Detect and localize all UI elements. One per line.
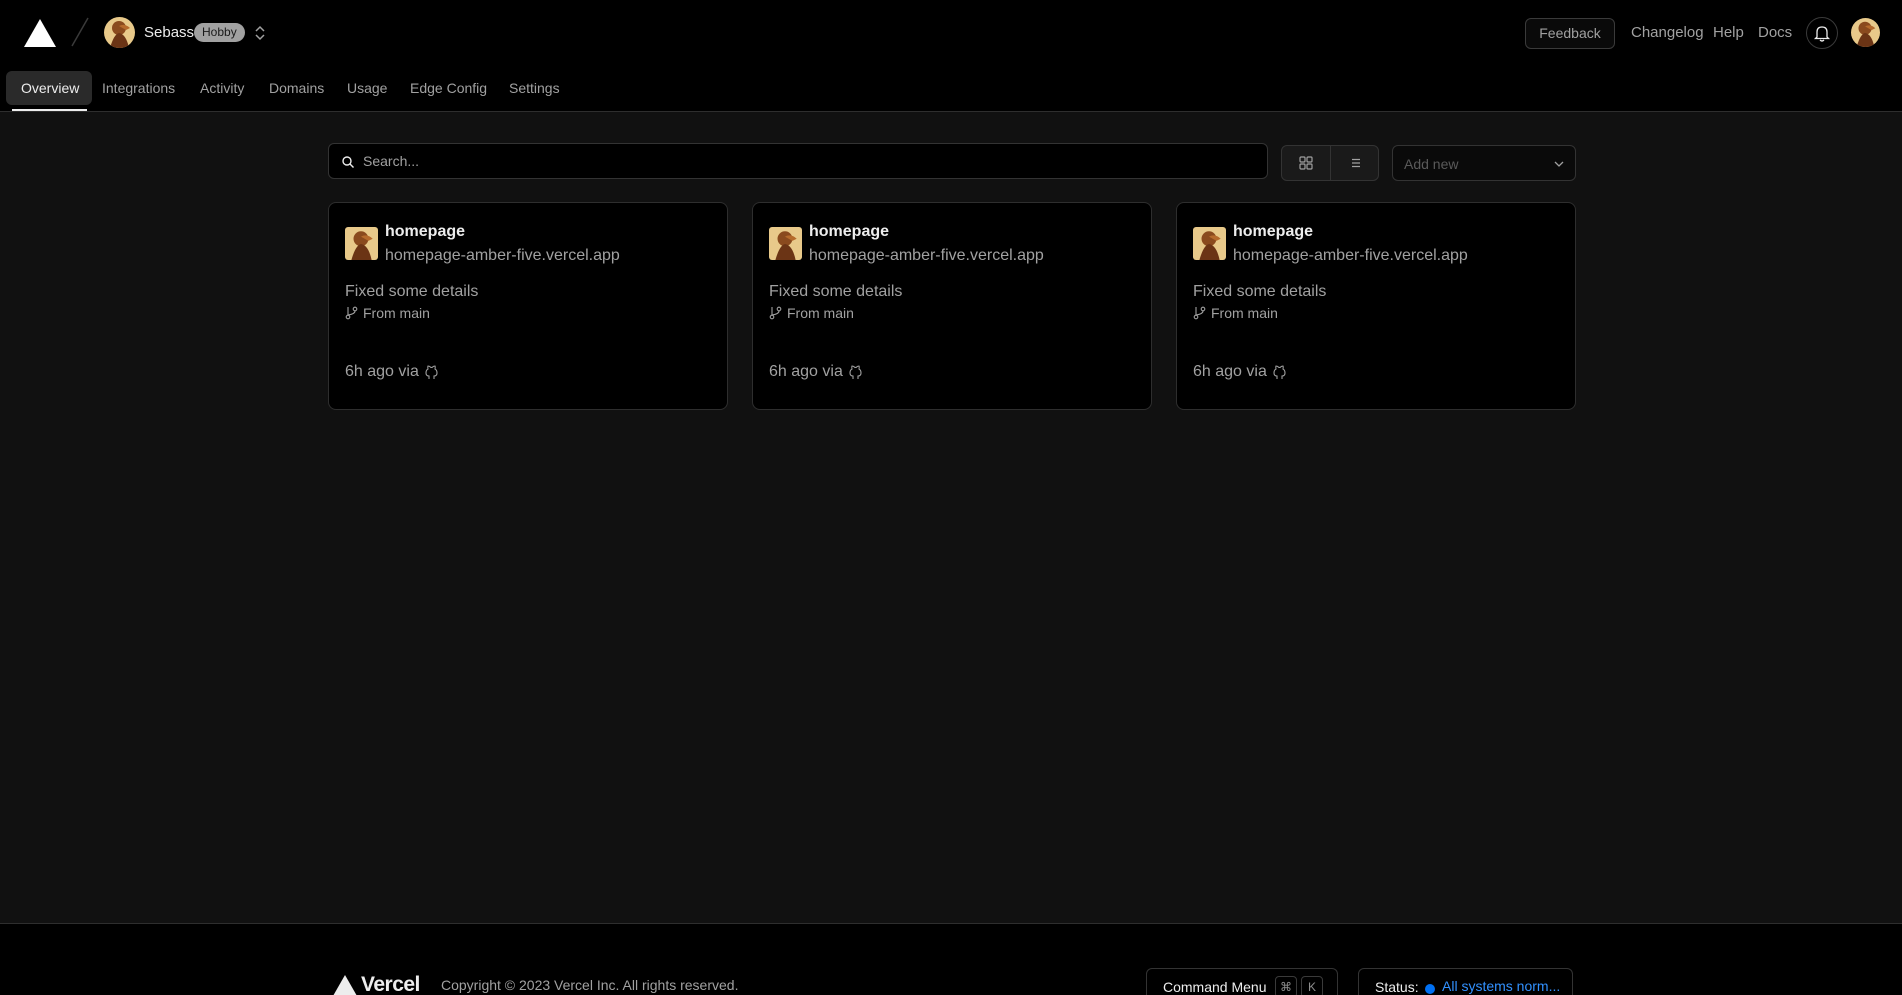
deploy-time-text: 6h ago via bbox=[1193, 363, 1267, 380]
add-new-label: Add new bbox=[1404, 156, 1459, 172]
git-branch-icon bbox=[769, 306, 782, 320]
k-key: K bbox=[1301, 976, 1323, 995]
top-header: Sebass Hobby Feedback Changelog Help Doc… bbox=[0, 0, 1902, 112]
git-branch-icon bbox=[345, 306, 358, 320]
copyright-text: Copyright © 2023 Vercel Inc. All rights … bbox=[441, 977, 739, 993]
project-thumbnail bbox=[769, 227, 802, 260]
breadcrumb-separator bbox=[71, 17, 89, 47]
search-box[interactable] bbox=[328, 143, 1268, 179]
project-url[interactable]: homepage-amber-five.vercel.app bbox=[1233, 247, 1468, 265]
github-icon bbox=[425, 365, 438, 379]
branch-label: From main bbox=[1211, 305, 1278, 321]
grid-icon bbox=[1299, 156, 1313, 170]
active-tab-indicator bbox=[12, 109, 87, 111]
bell-icon bbox=[1813, 26, 1831, 42]
grid-view-button[interactable] bbox=[1282, 146, 1331, 180]
status-dot bbox=[1425, 984, 1435, 994]
status-text[interactable]: All systems norm... bbox=[1442, 978, 1560, 994]
footer: Vercel Copyright © 2023 Vercel Inc. All … bbox=[0, 923, 1902, 995]
command-menu-label: Command Menu bbox=[1163, 979, 1267, 995]
search-icon bbox=[342, 156, 354, 168]
command-menu-button[interactable]: Command Menu ⌘ K bbox=[1146, 968, 1338, 995]
project-thumbnail bbox=[345, 227, 378, 260]
plan-badge: Hobby bbox=[194, 23, 245, 42]
team-avatar[interactable] bbox=[104, 17, 135, 48]
help-link[interactable]: Help bbox=[1713, 24, 1744, 41]
project-card[interactable]: homepage homepage-amber-five.vercel.app … bbox=[328, 202, 728, 410]
project-name[interactable]: homepage bbox=[809, 223, 889, 241]
list-view-button[interactable] bbox=[1331, 146, 1378, 180]
footer-logo-text: Vercel bbox=[361, 973, 420, 995]
deploy-time: 6h ago via bbox=[769, 363, 863, 381]
deploy-time: 6h ago via bbox=[1193, 363, 1287, 381]
tab-overview[interactable]: Overview bbox=[21, 80, 79, 96]
commit-message: Fixed some details bbox=[769, 283, 903, 300]
branch-info: From main bbox=[769, 305, 854, 321]
status-indicator[interactable]: Status: All systems norm... bbox=[1358, 968, 1573, 995]
changelog-link[interactable]: Changelog bbox=[1631, 24, 1704, 41]
deploy-time-text: 6h ago via bbox=[345, 363, 419, 380]
tab-settings[interactable]: Settings bbox=[509, 80, 560, 96]
commit-message: Fixed some details bbox=[1193, 283, 1327, 300]
project-name[interactable]: homepage bbox=[385, 223, 465, 241]
deploy-time-text: 6h ago via bbox=[769, 363, 843, 380]
tab-domains[interactable]: Domains bbox=[269, 80, 324, 96]
feedback-button[interactable]: Feedback bbox=[1525, 18, 1615, 49]
project-url[interactable]: homepage-amber-five.vercel.app bbox=[385, 247, 620, 265]
tab-usage[interactable]: Usage bbox=[347, 80, 387, 96]
github-icon bbox=[1273, 365, 1286, 379]
github-icon bbox=[849, 365, 862, 379]
chevron-up-down-icon[interactable] bbox=[252, 22, 268, 44]
project-thumbnail bbox=[1193, 227, 1226, 260]
list-icon bbox=[1351, 158, 1360, 168]
chevron-down-icon bbox=[1554, 161, 1564, 167]
project-name[interactable]: homepage bbox=[1233, 223, 1313, 241]
tab-edge-config[interactable]: Edge Config bbox=[410, 80, 487, 96]
tab-integrations[interactable]: Integrations bbox=[102, 80, 175, 96]
deploy-time: 6h ago via bbox=[345, 363, 439, 381]
user-avatar[interactable] bbox=[1851, 18, 1880, 47]
command-key: ⌘ bbox=[1275, 976, 1297, 995]
project-card[interactable]: homepage homepage-amber-five.vercel.app … bbox=[1176, 202, 1576, 410]
view-toggle bbox=[1281, 145, 1379, 181]
add-new-dropdown[interactable]: Add new bbox=[1392, 145, 1576, 181]
branch-label: From main bbox=[363, 305, 430, 321]
team-name[interactable]: Sebass bbox=[144, 24, 194, 41]
commit-message: Fixed some details bbox=[345, 283, 479, 300]
status-label: Status: bbox=[1375, 979, 1419, 995]
notifications-button[interactable] bbox=[1806, 17, 1838, 49]
branch-info: From main bbox=[1193, 305, 1278, 321]
tab-activity[interactable]: Activity bbox=[200, 80, 244, 96]
vercel-triangle-icon bbox=[333, 975, 357, 995]
search-input[interactable] bbox=[363, 144, 1253, 178]
vercel-logo-icon[interactable] bbox=[24, 19, 56, 47]
git-branch-icon bbox=[1193, 306, 1206, 320]
docs-link[interactable]: Docs bbox=[1758, 24, 1792, 41]
branch-label: From main bbox=[787, 305, 854, 321]
project-url[interactable]: homepage-amber-five.vercel.app bbox=[809, 247, 1044, 265]
footer-logo[interactable]: Vercel bbox=[333, 973, 420, 995]
branch-info: From main bbox=[345, 305, 430, 321]
project-card[interactable]: homepage homepage-amber-five.vercel.app … bbox=[752, 202, 1152, 410]
